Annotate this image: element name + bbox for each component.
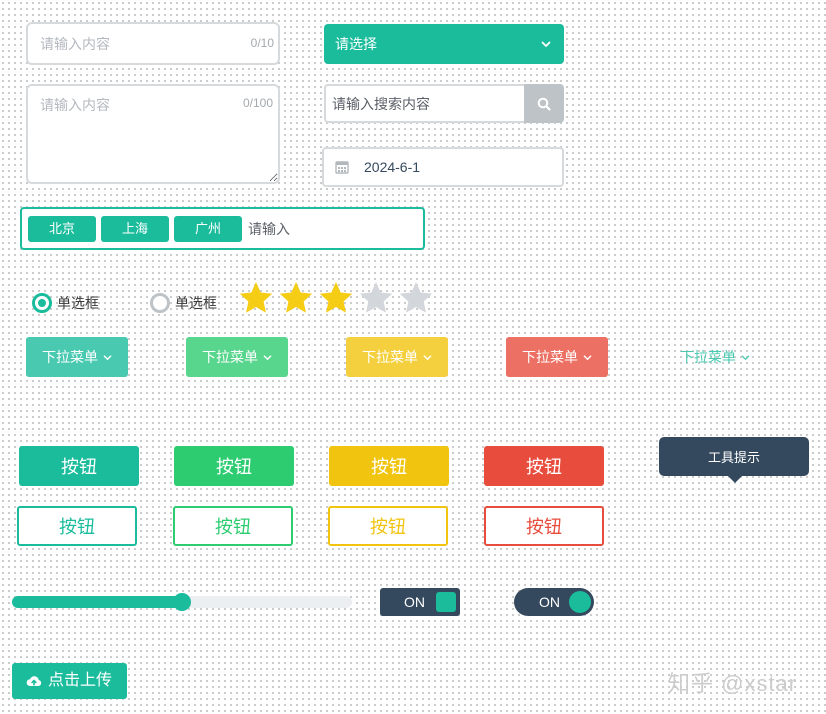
star-icon[interactable] [279, 282, 313, 314]
radio-button[interactable]: 单选框 [32, 293, 99, 313]
tag-shanghai[interactable]: 上海 [101, 216, 169, 242]
search-icon [537, 97, 551, 111]
dropdown-menu-red[interactable]: 下拉菜单 [506, 337, 608, 377]
star-rating [239, 282, 433, 314]
switch-label: ON [539, 594, 560, 610]
dropdown-label: 下拉菜单 [522, 349, 578, 365]
dropdown-menu-link[interactable]: 下拉菜单 [680, 347, 750, 367]
dropdown-label: 下拉菜单 [362, 349, 418, 365]
textarea[interactable] [26, 84, 280, 184]
outline-button-green[interactable]: 按钮 [173, 506, 293, 546]
tag-beijing[interactable]: 北京 [28, 216, 96, 242]
star-icon[interactable] [239, 282, 273, 314]
tag-input-box[interactable]: 北京 上海 广州 [20, 207, 425, 250]
date-input[interactable] [364, 149, 544, 185]
radio-circle[interactable] [150, 293, 170, 313]
chevron-down-icon [541, 41, 551, 47]
switch-knob[interactable] [436, 592, 456, 612]
switch-knob[interactable] [569, 591, 591, 613]
button-yellow[interactable]: 按钮 [329, 446, 449, 486]
tooltip-text: 工具提示 [707, 450, 760, 465]
calendar-icon [335, 161, 349, 174]
button-teal[interactable]: 按钮 [19, 446, 139, 486]
dropdown-menu-green[interactable]: 下拉菜单 [186, 337, 288, 377]
button-label: 按钮 [371, 457, 407, 477]
slider-handle[interactable] [173, 593, 191, 611]
chevron-down-icon [741, 355, 750, 360]
slider-fill [12, 596, 182, 608]
cloud-upload-icon [26, 676, 42, 686]
button-label: 按钮 [215, 517, 251, 537]
star-icon[interactable] [359, 282, 393, 314]
text-input-box: 0/10 [26, 22, 280, 65]
chevron-down-icon [423, 354, 432, 360]
tag-input[interactable] [248, 209, 408, 248]
radio-label: 单选框 [57, 295, 99, 311]
slider[interactable] [12, 593, 352, 611]
radio-button[interactable]: 单选框 [150, 293, 217, 313]
button-label: 按钮 [61, 457, 97, 477]
tooltip: 工具提示 [659, 437, 809, 476]
button-label: 按钮 [370, 517, 406, 537]
select-value: 请选择 [335, 36, 377, 52]
button-label: 按钮 [216, 457, 252, 477]
search-input[interactable] [324, 84, 526, 123]
radio-label: 单选框 [175, 295, 217, 311]
outline-button-red[interactable]: 按钮 [484, 506, 604, 546]
date-picker[interactable] [322, 147, 564, 187]
chevron-down-icon [103, 354, 112, 360]
watermark: 知乎 @xstar [668, 671, 798, 696]
text-input-counter: 0/10 [250, 36, 274, 50]
textarea-box: 0/100 [26, 84, 280, 184]
dropdown-menu-teal[interactable]: 下拉菜单 [26, 337, 128, 377]
upload-button[interactable]: 点击上传 [12, 663, 127, 699]
textarea-counter: 0/100 [242, 96, 273, 110]
button-label: 按钮 [526, 517, 562, 537]
tooltip-arrow [728, 476, 742, 483]
chevron-down-icon [263, 354, 272, 360]
dropdown-menu-yellow[interactable]: 下拉菜单 [346, 337, 448, 377]
tag-guangzhou[interactable]: 广州 [174, 216, 242, 242]
dropdown-label: 下拉菜单 [42, 349, 98, 365]
search-button[interactable] [524, 84, 564, 123]
outline-button-teal[interactable]: 按钮 [17, 506, 137, 546]
button-red[interactable]: 按钮 [484, 446, 604, 486]
dropdown-label: 下拉菜单 [202, 349, 258, 365]
upload-label: 点击上传 [48, 672, 113, 689]
star-icon[interactable] [399, 282, 433, 314]
star-icon[interactable] [319, 282, 353, 314]
button-green[interactable]: 按钮 [174, 446, 294, 486]
toggle-switch-square[interactable]: ON [380, 588, 460, 616]
toggle-switch-round[interactable]: ON [514, 588, 594, 616]
select-dropdown[interactable]: 请选择 [324, 24, 564, 64]
dropdown-label: 下拉菜单 [680, 349, 736, 365]
switch-label: ON [404, 594, 425, 610]
outline-button-yellow[interactable]: 按钮 [328, 506, 448, 546]
button-label: 按钮 [526, 457, 562, 477]
text-input[interactable] [40, 24, 240, 63]
radio-circle[interactable] [32, 293, 52, 313]
chevron-down-icon [583, 354, 592, 360]
button-label: 按钮 [59, 517, 95, 537]
